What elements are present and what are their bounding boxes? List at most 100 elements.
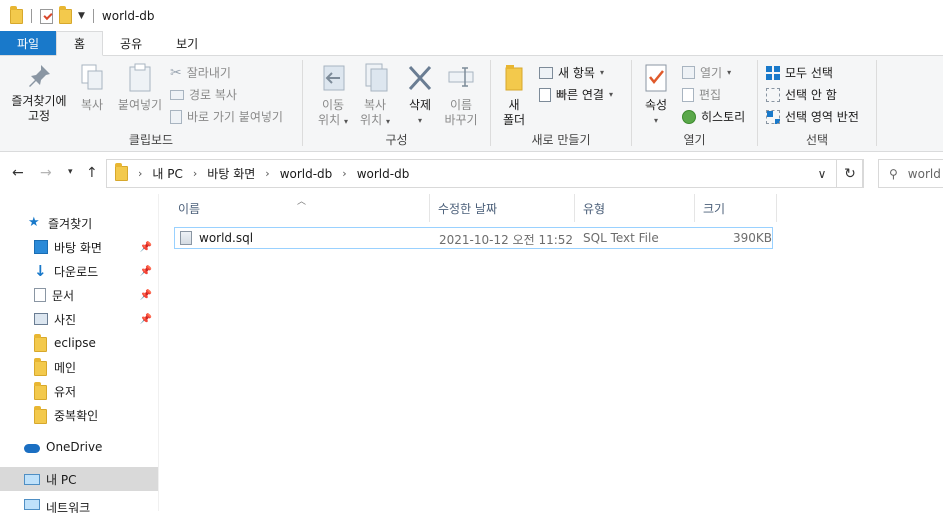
invert-selection-label: 선택 영역 반전 <box>785 110 859 124</box>
move-to-button[interactable]: 이동 위치 ▾ <box>311 62 355 129</box>
address-history-chevron-down-icon[interactable]: ∨ <box>808 159 836 188</box>
copy-path-label: 경로 복사 <box>189 88 237 102</box>
nav-item-label: 유저 <box>54 384 77 399</box>
breadcrumb-this-pc[interactable]: 내 PC <box>152 165 182 182</box>
column-header-size[interactable]: 크기 <box>695 194 777 222</box>
nav-item-duplicate-check[interactable]: 중복확인 <box>0 403 158 427</box>
divider <box>31 9 32 23</box>
history-button[interactable]: 히스토리 <box>682 108 745 125</box>
properties-button[interactable]: 속성 ▾ <box>640 62 672 128</box>
select-none-icon <box>766 87 780 102</box>
edit-label: 편집 <box>699 88 722 102</box>
nav-item-label: eclipse <box>54 336 96 350</box>
tab-file[interactable]: 파일 <box>0 31 56 55</box>
rename-button[interactable]: 이름 바꾸기 <box>441 62 481 128</box>
copy-label: 복사 <box>80 98 104 112</box>
nav-item-user[interactable]: 유저 <box>0 379 158 403</box>
paste-shortcut-button[interactable]: 바로 가기 붙여넣기 <box>170 108 283 125</box>
cloud-icon <box>24 443 40 453</box>
pin-icon[interactable]: 📌 <box>140 266 152 277</box>
move-to-icon <box>323 65 345 91</box>
open-button[interactable]: 열기 ▾ <box>682 64 731 81</box>
column-header-modified[interactable]: 수정한 날짜 <box>430 194 575 222</box>
search-box[interactable]: ⚲ world <box>878 159 943 188</box>
easy-access-button[interactable]: 빠른 연결 ▾ <box>539 86 613 103</box>
nav-item-pictures[interactable]: 사진 📌 <box>0 307 158 331</box>
organize-group: 이동 위치 ▾ 복사 위치 ▾ 삭제 ▾ 이름 바꾸기 구성 <box>303 58 490 150</box>
nav-item-downloads[interactable]: ↓ 다운로드 📌 <box>0 259 158 283</box>
open-group-label: 열기 <box>683 133 706 147</box>
refresh-icon[interactable]: ↻ <box>836 159 864 188</box>
folder-icon <box>34 334 47 352</box>
tab-home[interactable]: 홈 <box>56 31 104 56</box>
customize-toolbar-dropdown-icon[interactable]: ▼ <box>78 11 85 21</box>
up-arrow-icon[interactable]: ↑ <box>86 165 98 181</box>
file-modified: 2021-10-12 오전 11:52 <box>439 233 574 247</box>
pin-quick-access-button[interactable]: 즐겨찾기에 고정 <box>4 62 74 124</box>
copy-to-button[interactable]: 복사 위치 ▾ <box>353 62 397 129</box>
recent-locations-dropdown-icon[interactable]: ▾ <box>68 167 73 177</box>
open-group: 속성 ▾ 열기 ▾ 편집 히스토리 열기 <box>632 58 757 150</box>
open-icon <box>682 66 695 79</box>
delete-label: 삭제 <box>408 98 432 112</box>
nav-onedrive-label: OneDrive <box>46 440 103 454</box>
easy-access-label: 빠른 연결 <box>556 88 604 102</box>
pin-icon[interactable]: 📌 <box>140 290 152 301</box>
select-none-button[interactable]: 선택 안 함 <box>766 86 837 103</box>
chevron-right-icon[interactable]: › <box>193 167 197 180</box>
open-label: 열기 <box>700 66 723 80</box>
chevron-right-icon[interactable]: › <box>265 167 269 180</box>
folder-icon <box>34 358 47 376</box>
edit-icon <box>682 87 694 102</box>
select-all-button[interactable]: 모두 선택 <box>766 64 833 81</box>
paste-button[interactable]: 붙여넣기 <box>114 62 166 113</box>
cut-label: 잘라내기 <box>186 66 231 80</box>
copy-button[interactable]: 복사 <box>76 62 108 113</box>
nav-item-main[interactable]: 메인 <box>0 355 158 379</box>
new-folder-icon <box>505 65 523 91</box>
nav-this-pc[interactable]: 내 PC <box>0 467 158 491</box>
nav-onedrive[interactable]: OneDrive <box>0 435 158 459</box>
cut-button[interactable]: ✂ 잘라내기 <box>170 64 231 81</box>
sort-ascending-icon: ︿ <box>297 197 307 207</box>
desktop-icon <box>34 240 48 254</box>
nav-quick-access[interactable]: ★ 즐겨찾기 <box>0 211 158 235</box>
copy-icon <box>81 64 103 90</box>
tab-view[interactable]: 보기 <box>159 31 215 55</box>
breadcrumb-desktop[interactable]: 바탕 화면 <box>207 165 255 182</box>
copy-path-icon <box>170 89 184 100</box>
search-placeholder: world <box>907 166 941 181</box>
breadcrumb-world-db[interactable]: world-db <box>280 167 333 181</box>
new-item-button[interactable]: 새 항목 ▾ <box>539 64 604 81</box>
invert-selection-button[interactable]: 선택 영역 반전 <box>766 108 859 125</box>
nav-item-label: 다운로드 <box>54 264 99 279</box>
table-row[interactable]: world.sql 2021-10-12 오전 11:52 SQL Text F… <box>174 227 773 249</box>
new-folder-button[interactable]: 새 폴더 <box>499 62 529 128</box>
address-bar[interactable]: › 내 PC › 바탕 화면 › world-db › world-db <box>106 159 863 188</box>
edit-button[interactable]: 편집 <box>682 86 721 103</box>
nav-item-label: 문서 <box>52 288 75 303</box>
pin-icon[interactable]: 📌 <box>140 242 152 253</box>
nav-item-label: 사진 <box>54 312 77 327</box>
delete-button[interactable]: 삭제 ▾ <box>403 62 437 128</box>
nav-this-pc-label: 내 PC <box>46 472 77 487</box>
chevron-down-icon: ▾ <box>385 117 390 126</box>
breadcrumb-world-db-current[interactable]: world-db <box>357 167 410 181</box>
nav-quick-access-label: 즐겨찾기 <box>48 216 93 231</box>
chevron-right-icon[interactable]: › <box>138 167 142 180</box>
copy-path-button[interactable]: 경로 복사 <box>170 86 237 103</box>
nav-item-desktop[interactable]: 바탕 화면 📌 <box>0 235 158 259</box>
pin-icon[interactable]: 📌 <box>140 314 152 325</box>
pin-label-line2: 고정 <box>27 109 51 123</box>
nav-item-eclipse[interactable]: eclipse <box>0 331 158 355</box>
properties-icon[interactable] <box>40 8 53 24</box>
new-folder-icon[interactable] <box>59 5 72 24</box>
nav-item-documents[interactable]: 문서 📌 <box>0 283 158 307</box>
column-header-type[interactable]: 유형 <box>575 194 695 222</box>
nav-item-label: 메인 <box>54 360 77 375</box>
organize-group-label: 구성 <box>385 133 408 147</box>
forward-arrow-icon[interactable]: → <box>40 165 52 181</box>
back-arrow-icon[interactable]: ← <box>12 165 24 181</box>
tab-share[interactable]: 공유 <box>103 31 159 55</box>
chevron-right-icon[interactable]: › <box>342 167 346 180</box>
